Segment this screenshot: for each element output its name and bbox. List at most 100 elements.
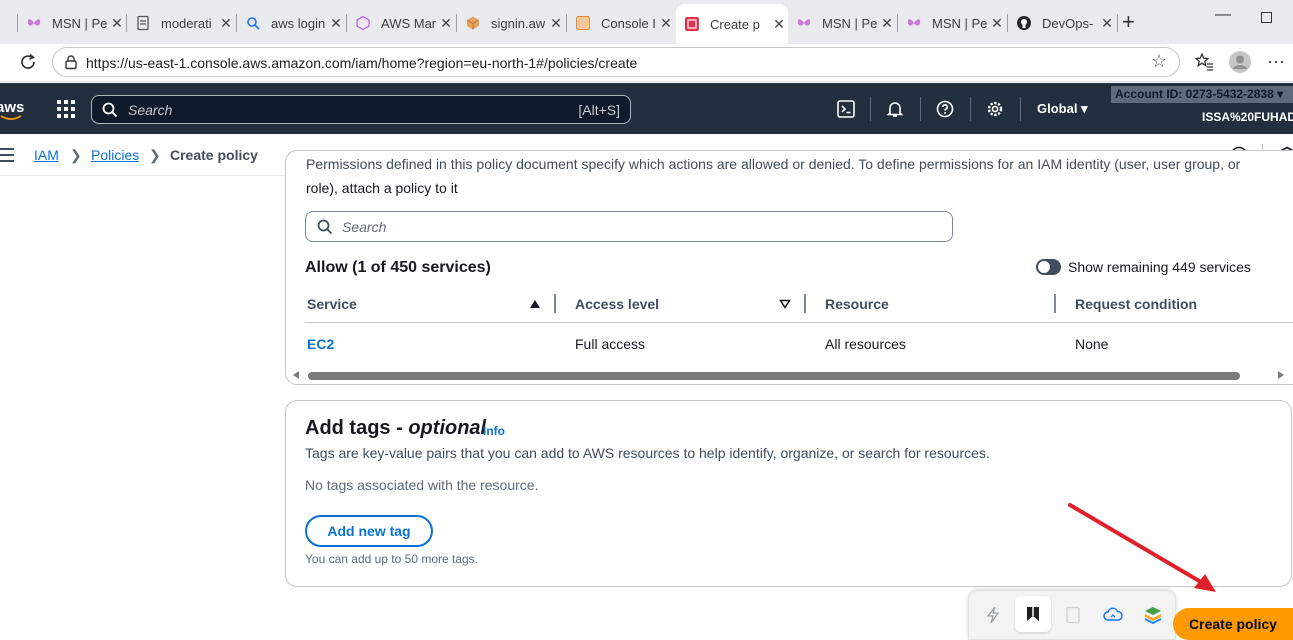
msn-butterfly-icon [796, 15, 812, 31]
tab-label: MSN | Pe [932, 15, 988, 31]
browser-tab[interactable]: Console I ✕ [567, 6, 675, 40]
column-header-access-level[interactable]: Access level [575, 296, 659, 312]
scrollbar-thumb[interactable] [308, 372, 1240, 380]
chevron-right-icon: ❯ [149, 147, 161, 163]
document-icon [135, 15, 151, 31]
close-icon[interactable]: ✕ [1098, 15, 1116, 32]
column-divider[interactable] [554, 294, 556, 313]
search-hotkey: [Alt+S] [578, 102, 620, 118]
show-remaining-toggle[interactable] [1036, 259, 1061, 275]
browser-tab[interactable]: AWS Mar ✕ [347, 6, 455, 40]
aws-console-icon [575, 15, 591, 31]
column-header-service[interactable]: Service [307, 296, 357, 312]
chevron-right-icon: ❯ [70, 147, 82, 163]
permissions-description-cut: Permissions defined in this policy docum… [306, 156, 1241, 172]
browser-tab[interactable]: signin.aw ✕ [457, 6, 565, 40]
service-search-input[interactable]: Search [305, 211, 953, 242]
add-tags-title: Add tags - [305, 417, 409, 439]
service-search-placeholder: Search [342, 219, 387, 235]
close-icon[interactable]: ✕ [657, 15, 675, 32]
browser-tab[interactable]: DevOps- ✕ [1008, 6, 1116, 40]
browser-tab[interactable]: aws login ✕ [237, 6, 345, 40]
github-icon [1016, 15, 1032, 31]
search-icon [317, 219, 333, 235]
aws-iam-icon [684, 16, 700, 32]
lightning-icon[interactable] [983, 605, 1003, 625]
search-placeholder: Search [128, 102, 173, 118]
column-header-request-condition[interactable]: Request condition [1075, 296, 1197, 312]
side-nav-toggle-icon[interactable] [0, 148, 14, 162]
favorite-star-icon[interactable]: ☆ [1151, 51, 1167, 72]
maximize-button[interactable] [1261, 12, 1272, 23]
aws-search-input[interactable]: Search [Alt+S] [91, 95, 631, 124]
browser-tab[interactable]: MSN | Pe ✕ [788, 6, 896, 40]
close-icon[interactable]: ✕ [217, 15, 235, 32]
scroll-right-arrow-icon[interactable] [1278, 371, 1284, 379]
settings-gear-icon[interactable] [985, 99, 1005, 119]
cloud-sync-icon[interactable] [1103, 605, 1123, 625]
tab-label: MSN | Pe [822, 15, 878, 31]
tab-label: aws login [271, 15, 326, 31]
tab-label: AWS Mar [381, 15, 437, 31]
notifications-bell-icon[interactable] [885, 99, 905, 119]
bookmark-app-icon[interactable] [1015, 596, 1051, 632]
search-icon [102, 102, 118, 118]
add-new-tag-button[interactable]: Add new tag [305, 515, 433, 547]
browser-tab[interactable]: moderati ✕ [127, 6, 235, 40]
tab-label: signin.aw [491, 15, 546, 31]
tab-label: moderati [161, 15, 212, 31]
help-icon[interactable] [935, 99, 955, 119]
info-link[interactable]: Info [483, 424, 505, 438]
url-bar[interactable]: https://us-east-1.console.aws.amazon.com… [52, 47, 1180, 77]
close-icon[interactable]: ✕ [108, 15, 126, 32]
new-tab-button[interactable]: + [1122, 11, 1135, 33]
aws-top-nav: aws Search [Alt+S] Global ▾ Account ID: … [0, 83, 1293, 134]
column-divider[interactable] [804, 294, 806, 313]
service-link-ec2[interactable]: EC2 [307, 336, 334, 352]
more-menu-icon[interactable]: ⋯ [1265, 51, 1287, 73]
add-tags-description: Tags are key-value pairs that you can ad… [305, 445, 990, 461]
cloudshell-icon[interactable] [836, 99, 856, 119]
column-divider[interactable] [1054, 294, 1056, 313]
browser-tab[interactable]: MSN | Pe ✕ [898, 6, 1006, 40]
column-header-resource[interactable]: Resource [825, 296, 889, 312]
document-icon[interactable] [1063, 605, 1083, 625]
tab-label: Create p [710, 16, 760, 32]
scroll-left-arrow-icon[interactable] [293, 371, 299, 379]
close-icon[interactable]: ✕ [770, 16, 788, 33]
breadcrumb-iam[interactable]: IAM [34, 147, 59, 163]
close-icon[interactable]: ✕ [327, 15, 345, 32]
cell-access-level: Full access [575, 336, 646, 352]
nav-divider [870, 97, 871, 121]
sort-descending-icon[interactable] [779, 299, 791, 309]
horizontal-scrollbar[interactable] [286, 368, 1291, 382]
close-icon[interactable]: ✕ [878, 15, 896, 32]
services-menu-icon[interactable] [57, 100, 75, 118]
aws-logo[interactable]: aws [0, 99, 24, 116]
create-policy-button[interactable]: Create policy [1173, 608, 1293, 640]
no-tags-text: No tags associated with the resource. [305, 477, 539, 493]
close-icon[interactable]: ✕ [988, 15, 1006, 32]
minimize-button[interactable]: — [1215, 6, 1231, 24]
msn-butterfly-icon [906, 15, 922, 31]
cube-icon [355, 15, 371, 31]
profile-avatar-icon[interactable] [1229, 51, 1251, 73]
tab-label: DevOps- [1042, 15, 1094, 31]
browser-tab-active[interactable]: Create p ✕ [676, 4, 788, 44]
close-icon[interactable]: ✕ [437, 15, 455, 32]
favorites-icon[interactable] [1193, 51, 1215, 73]
browser-tab[interactable]: MSN | Pe ✕ [18, 6, 126, 40]
tag-limit-text: You can add up to 50 more tags. [305, 552, 479, 566]
app-stack-icon[interactable] [1143, 605, 1163, 625]
reload-icon[interactable] [18, 52, 38, 72]
permissions-summary-panel: Permissions defined in this policy docum… [285, 150, 1293, 385]
breadcrumb-policies[interactable]: Policies [91, 147, 139, 163]
user-name[interactable]: ISSA%20FUHAD [1202, 110, 1293, 124]
close-icon[interactable]: ✕ [547, 15, 565, 32]
cell-request-condition: None [1075, 336, 1109, 352]
sort-ascending-icon[interactable] [529, 299, 541, 309]
account-id-badge[interactable]: Account ID: 0273-5432-2838 ▾ [1111, 86, 1293, 103]
region-selector[interactable]: Global ▾ [1037, 101, 1088, 117]
permissions-description: Permissions defined in this policy docum… [306, 156, 1293, 200]
allow-heading: Allow (1 of 450 services) [305, 259, 491, 276]
